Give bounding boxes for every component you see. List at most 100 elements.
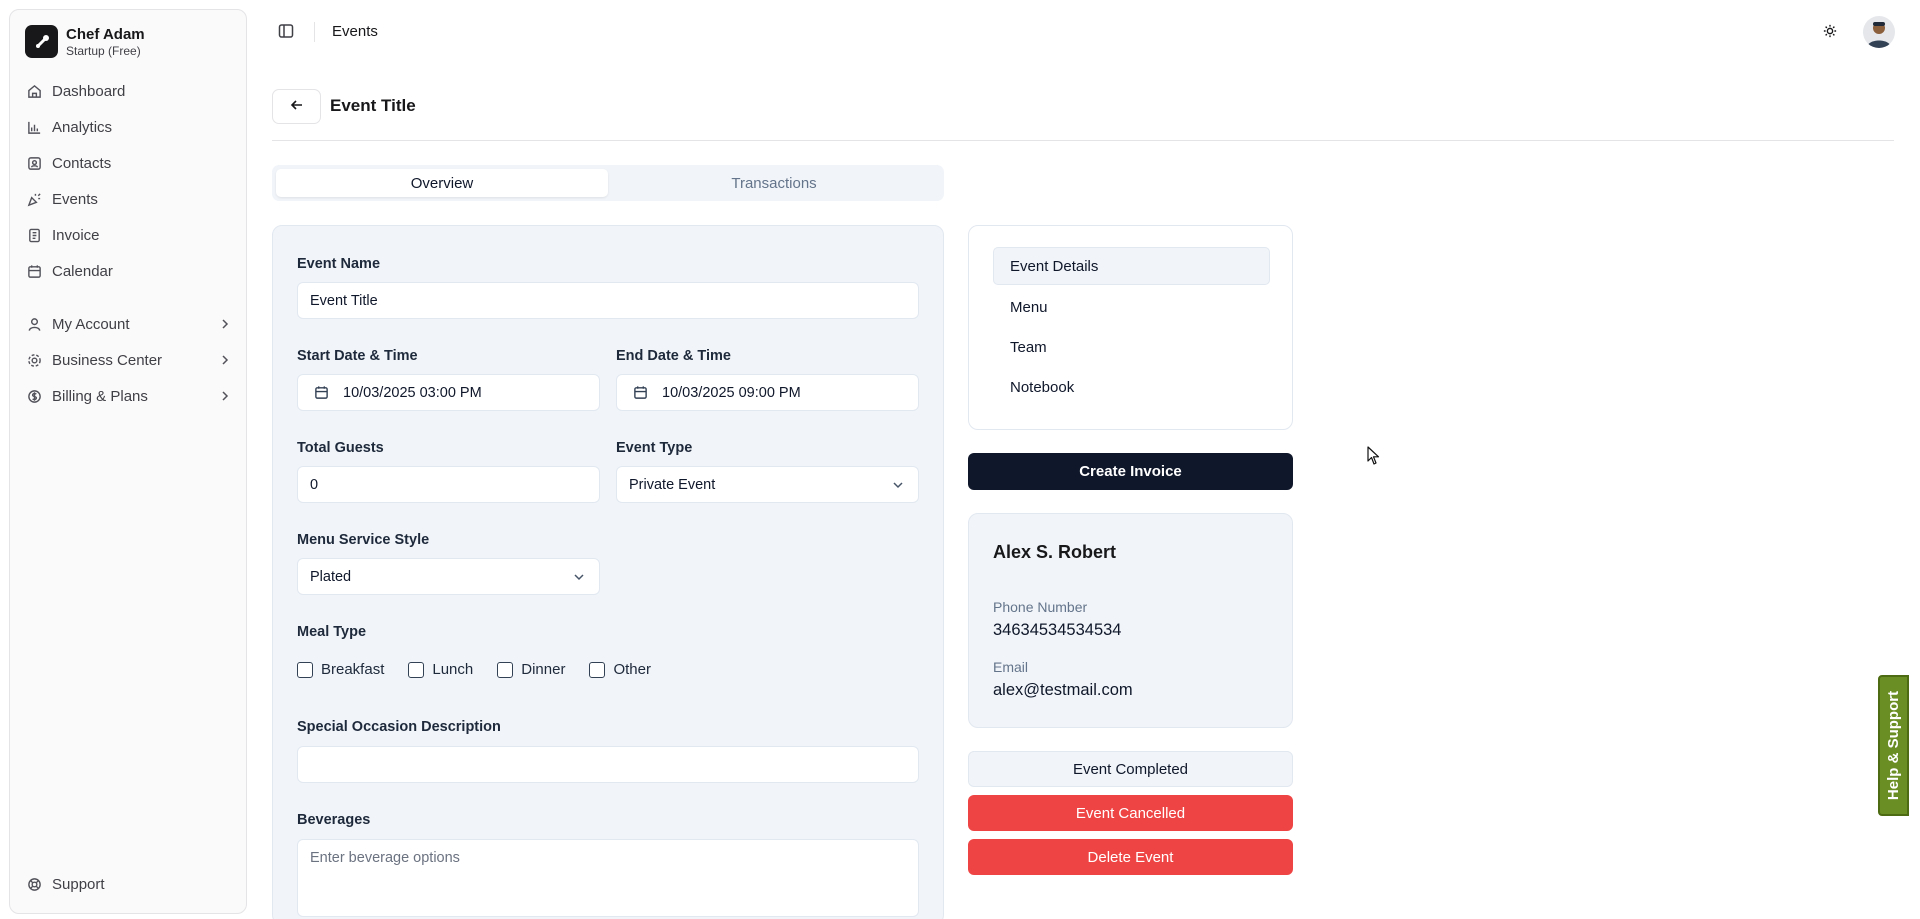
- sidebar-item-contacts[interactable]: Contacts: [10, 145, 246, 181]
- event-type-value: Private Event: [629, 476, 716, 493]
- meal-lunch-checkbox[interactable]: Lunch: [408, 661, 473, 678]
- brand[interactable]: Chef Adam Startup (Free): [25, 25, 145, 58]
- chevron-right-icon: [220, 316, 230, 333]
- checkbox-box[interactable]: [589, 661, 606, 678]
- help-support-tab[interactable]: Help & Support: [1878, 675, 1909, 816]
- chevron-right-icon: [220, 352, 230, 369]
- occasion-field[interactable]: [297, 746, 919, 783]
- event-type-select[interactable]: Private Event: [616, 466, 919, 503]
- details-nav-event-details[interactable]: Event Details: [993, 247, 1270, 285]
- beverages-textarea[interactable]: Enter beverage options: [297, 839, 919, 917]
- checkbox-box[interactable]: [497, 661, 514, 678]
- brand-plan: Startup (Free): [66, 43, 141, 58]
- invoice-icon: [26, 227, 42, 243]
- chevron-down-icon: [573, 571, 585, 587]
- header-divider: [272, 140, 1894, 141]
- details-nav-team[interactable]: Team: [993, 328, 1270, 366]
- back-button[interactable]: [272, 89, 321, 124]
- email-label: Email: [993, 659, 1029, 675]
- start-datetime-value: 10/03/2025 03:00 PM: [343, 384, 482, 401]
- checkbox-label: Lunch: [432, 661, 474, 678]
- checkbox-label: Other: [613, 661, 651, 678]
- sidebar-item-business-center[interactable]: Business Center: [10, 342, 246, 378]
- checkbox-box[interactable]: [408, 661, 425, 678]
- event-cancelled-button[interactable]: Event Cancelled: [968, 795, 1293, 831]
- chevron-right-icon: [220, 388, 230, 405]
- meal-dinner-checkbox[interactable]: Dinner: [497, 661, 565, 678]
- contacts-icon: [26, 155, 42, 171]
- brand-name: Chef Adam: [66, 25, 145, 43]
- details-nav-menu[interactable]: Menu: [993, 288, 1270, 326]
- occasion-input[interactable]: [310, 756, 918, 773]
- arrow-left-icon: [290, 98, 304, 115]
- sidebar: Chef Adam Startup (Free) Dashboard Analy…: [9, 9, 247, 914]
- delete-event-button[interactable]: Delete Event: [968, 839, 1293, 875]
- tab-transactions[interactable]: Transactions: [608, 169, 940, 197]
- sidebar-item-label: Support: [52, 875, 105, 893]
- event-completed-button[interactable]: Event Completed: [968, 751, 1293, 787]
- bar-chart-icon: [26, 119, 42, 135]
- sidebar-item-label: Analytics: [52, 118, 113, 136]
- event-name-input[interactable]: [310, 292, 918, 309]
- account-nav: My Account Business Center Billing & Pla…: [10, 306, 246, 414]
- checkbox-label: Dinner: [521, 661, 566, 678]
- contact-name: Alex S. Robert: [993, 542, 1117, 562]
- billing-icon: [26, 388, 42, 404]
- sidebar-item-calendar[interactable]: Calendar: [10, 253, 246, 289]
- phone-value: 34634534534534: [993, 621, 1122, 639]
- contact-card: Alex S. Robert Phone Number 346345345345…: [968, 513, 1293, 728]
- theme-toggle-button[interactable]: [1818, 20, 1842, 44]
- tab-overview[interactable]: Overview: [276, 169, 608, 197]
- details-nav-notebook[interactable]: Notebook: [993, 368, 1270, 406]
- sidebar-item-my-account[interactable]: My Account: [10, 306, 246, 342]
- sidebar-item-label: Business Center: [52, 351, 163, 369]
- mouse-cursor-icon: [1367, 446, 1381, 469]
- meal-breakfast-checkbox[interactable]: Breakfast: [297, 661, 384, 678]
- brand-logo-icon: [25, 25, 58, 58]
- event-type-label: Event Type: [616, 440, 693, 456]
- lifebuoy-icon: [26, 876, 42, 892]
- total-guests-input[interactable]: [310, 476, 599, 493]
- user-icon: [26, 316, 42, 332]
- help-support-label: Help & Support: [1885, 690, 1903, 801]
- meal-type-label: Meal Type: [297, 624, 367, 640]
- end-datetime-field[interactable]: 10/03/2025 09:00 PM: [616, 374, 919, 411]
- chevron-down-icon: [892, 479, 904, 495]
- sidebar-toggle-button[interactable]: [270, 18, 302, 46]
- event-name-field[interactable]: [297, 282, 919, 319]
- party-popper-icon: [26, 191, 42, 207]
- sidebar-item-billing-plans[interactable]: Billing & Plans: [10, 378, 246, 414]
- end-datetime-label: End Date & Time: [616, 348, 731, 364]
- sidebar-item-label: Calendar: [52, 262, 113, 280]
- create-invoice-button[interactable]: Create Invoice: [968, 453, 1293, 490]
- service-style-label: Menu Service Style: [297, 532, 430, 548]
- sidebar-item-label: Dashboard: [52, 82, 126, 100]
- phone-label: Phone Number: [993, 599, 1088, 615]
- meal-other-checkbox[interactable]: Other: [589, 661, 651, 678]
- sidebar-item-analytics[interactable]: Analytics: [10, 109, 246, 145]
- checkbox-box[interactable]: [297, 661, 313, 678]
- service-style-select[interactable]: Plated: [297, 558, 600, 595]
- total-guests-label: Total Guests: [297, 440, 384, 456]
- sidebar-item-label: My Account: [52, 315, 130, 333]
- start-datetime-label: Start Date & Time: [297, 348, 418, 364]
- topbar-divider: [314, 22, 315, 42]
- event-form-card: Event Name Start Date & Time 10/03/2025 …: [272, 225, 944, 919]
- support-section: Support: [10, 866, 246, 902]
- start-datetime-field[interactable]: 10/03/2025 03:00 PM: [297, 374, 600, 411]
- breadcrumb: Events: [332, 23, 378, 40]
- panel-left-icon: [278, 23, 294, 42]
- total-guests-field[interactable]: [297, 466, 600, 503]
- sidebar-item-events[interactable]: Events: [10, 181, 246, 217]
- topbar: Events: [270, 14, 1920, 50]
- sidebar-item-dashboard[interactable]: Dashboard: [10, 73, 246, 109]
- sidebar-item-support[interactable]: Support: [10, 866, 246, 902]
- event-details-nav: Event Details Menu Team Notebook: [968, 225, 1293, 430]
- avatar[interactable]: [1863, 16, 1895, 48]
- sidebar-item-invoice[interactable]: Invoice: [10, 217, 246, 253]
- beverages-label: Beverages: [297, 812, 371, 828]
- calendar-icon: [633, 385, 648, 400]
- checkbox-label: Breakfast: [321, 661, 385, 678]
- service-style-value: Plated: [310, 568, 352, 585]
- sidebar-item-label: Contacts: [52, 154, 112, 172]
